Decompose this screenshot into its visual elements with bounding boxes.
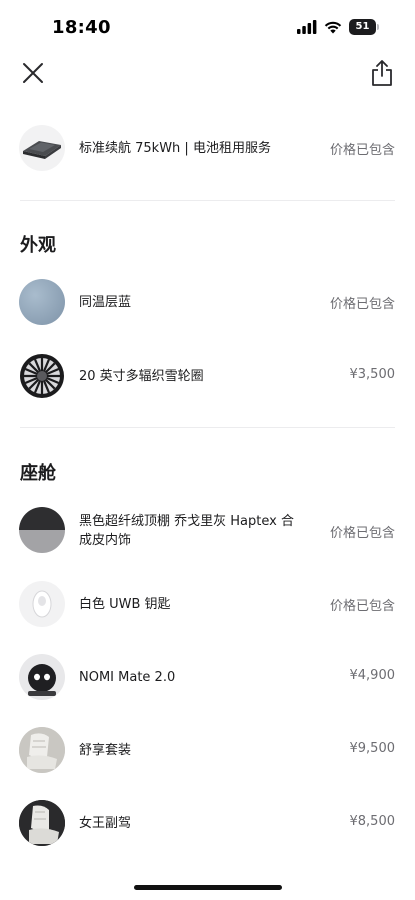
battery-option-label: 标准续航 75kWh | 电池租用服务: [79, 141, 271, 156]
home-indicator[interactable]: [134, 885, 282, 890]
wheel-option-label: 20 英寸多辐织雪轮圈: [79, 369, 204, 384]
battery-pack-icon: [23, 141, 61, 159]
share-icon[interactable]: [369, 58, 395, 88]
exterior-color-label: 同温层蓝: [79, 295, 132, 310]
uwb-key-price: 价格已包含: [329, 599, 395, 614]
battery-icon: 51: [349, 19, 379, 35]
exterior-color-price: 价格已包含: [329, 297, 395, 312]
status-bar: 18:40 51: [0, 0, 415, 56]
section-title-cabin: 座舱: [20, 463, 56, 484]
queen-seat-row[interactable]: 女王副驾 ¥8,500: [0, 800, 415, 848]
comfort-package-thumb: [19, 727, 65, 773]
wifi-icon: [324, 21, 342, 34]
uwb-key-row[interactable]: 白色 UWB 钥匙 价格已包含: [0, 581, 415, 629]
status-time: 18:40: [52, 17, 111, 38]
seat-icon: [19, 727, 65, 773]
queen-seat-icon: [19, 800, 65, 846]
battery-pack-thumb: [19, 125, 65, 171]
interior-swatch: [19, 507, 65, 553]
interior-option-row[interactable]: 黑色超纤绒顶棚 乔戈里灰 Haptex 合成皮内饰 价格已包含: [0, 507, 415, 555]
uwb-key-label: 白色 UWB 钥匙: [79, 597, 171, 612]
battery-option-row[interactable]: 标准续航 75kWh | 电池租用服务 价格已包含: [0, 124, 415, 172]
divider: [20, 427, 395, 428]
divider: [20, 200, 395, 201]
comfort-package-price: ¥9,500: [349, 741, 396, 756]
section-title-exterior: 外观: [20, 235, 56, 256]
queen-seat-price: ¥8,500: [349, 814, 396, 829]
battery-level: 51: [349, 19, 376, 35]
status-icons: 51: [297, 19, 379, 35]
wheel-option-row[interactable]: 20 英寸多辐织雪轮圈 ¥3,500: [0, 353, 415, 401]
nomi-thumb: [19, 654, 65, 700]
nomi-mate-row[interactable]: NOMI Mate 2.0 ¥4,900: [0, 654, 415, 702]
wheel-thumb: [19, 353, 65, 399]
close-icon[interactable]: [20, 60, 46, 86]
interior-option-price: 价格已包含: [329, 526, 395, 541]
wheel-option-price: ¥3,500: [349, 367, 396, 382]
uwb-key-thumb: [19, 581, 65, 627]
signal-icon: [297, 20, 317, 34]
queen-seat-label: 女王副驾: [79, 816, 132, 831]
color-swatch: [19, 279, 65, 325]
comfort-package-label: 舒享套装: [79, 743, 132, 758]
nomi-mate-price: ¥4,900: [349, 668, 396, 683]
interior-option-label: 黑色超纤绒顶棚 乔戈里灰 Haptex 合成皮内饰: [79, 514, 294, 548]
comfort-package-row[interactable]: 舒享套装 ¥9,500: [0, 727, 415, 775]
nomi-mate-label: NOMI Mate 2.0: [79, 670, 176, 685]
key-fob-icon: [32, 590, 52, 618]
battery-option-price: 价格已包含: [329, 143, 395, 158]
exterior-color-row[interactable]: 同温层蓝 价格已包含: [0, 279, 415, 327]
wheel-icon: [20, 354, 64, 398]
nomi-icon: [28, 664, 56, 696]
queen-seat-thumb: [19, 800, 65, 846]
